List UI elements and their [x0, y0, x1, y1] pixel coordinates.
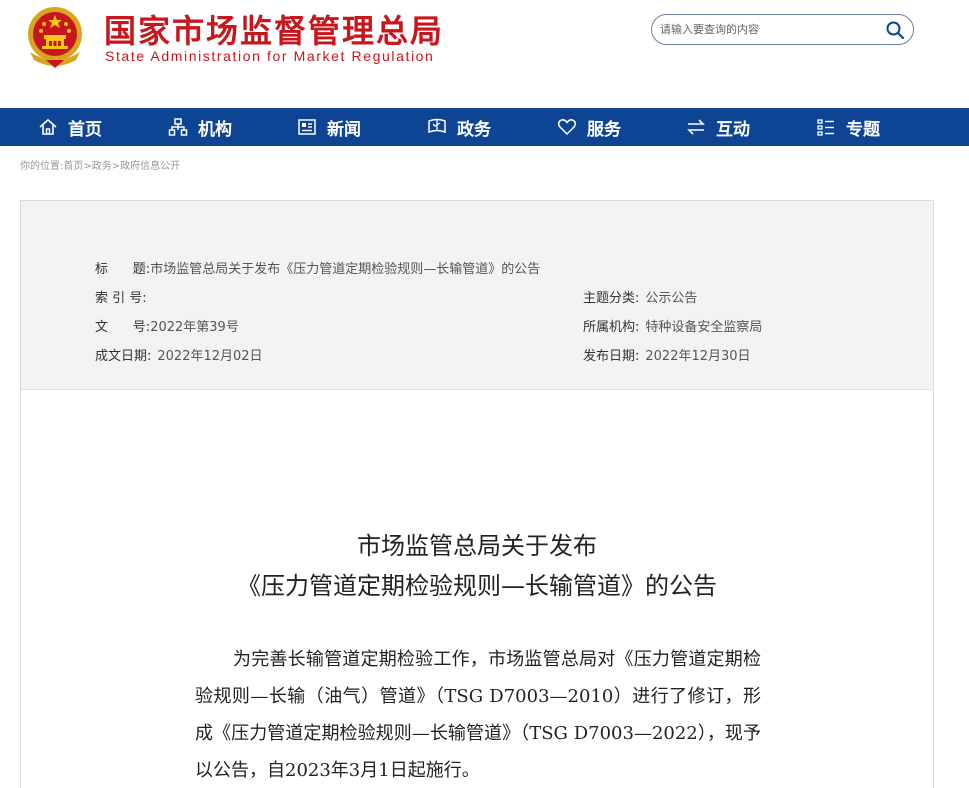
document-title-line2: 《压力管道定期检验规则—长输管道》的公告 [237, 572, 717, 600]
meta-key: 主题分类: [583, 291, 640, 306]
nav-item-news[interactable]: 新闻 [297, 108, 361, 146]
nav-label: 新闻 [327, 119, 361, 140]
meta-key: 成文日期: [95, 349, 152, 364]
document-meta: 标 题:市场监管总局关于发布《压力管道定期检验规则—长输管道》的公告 索 引 号… [21, 201, 933, 390]
document-body: 为完善长输管道定期检验工作，市场监管总局对《压力管道定期检验规则—长输（油气）管… [195, 649, 761, 781]
breadcrumb-prefix: 你的位置: [20, 161, 64, 172]
exchange-icon [687, 119, 705, 135]
breadcrumb-sep: > [111, 161, 121, 172]
breadcrumb-item-affairs[interactable]: 政务 [92, 161, 112, 172]
meta-value: 市场监管总局关于发布《压力管道定期检验规则—长输管道》的公告 [150, 262, 541, 277]
document-title-line1: 市场监管总局关于发布 [357, 532, 597, 560]
nav-item-topic[interactable]: 专题 [816, 108, 880, 146]
meta-published: 发布日期: 2022年12月30日 [583, 345, 751, 364]
meta-key: 所属机构: [583, 320, 640, 335]
nav-label: 政务 [457, 119, 491, 140]
affairs-icon [428, 118, 446, 134]
meta-docno: 文 号:2022年第39号 [95, 316, 239, 335]
meta-key: 标 题: [95, 262, 151, 277]
meta-value: 特种设备安全监察局 [645, 320, 763, 335]
news-icon [298, 119, 316, 135]
heart-icon [557, 119, 577, 136]
meta-value: 2022年12月30日 [645, 349, 751, 364]
site-header: 国家市场监督管理总局 State Administration for Mark… [0, 0, 969, 108]
breadcrumb: 你的位置:首页>政务>政府信息公开 [20, 157, 180, 172]
nav-label: 首页 [68, 119, 102, 140]
national-emblem-icon[interactable] [22, 4, 88, 70]
meta-index: 索 引 号: [95, 287, 147, 306]
nav-label: 服务 [587, 119, 621, 140]
nav-item-service[interactable]: 服务 [557, 108, 621, 146]
meta-category: 主题分类: 公示公告 [583, 287, 697, 306]
breadcrumb-item-home[interactable]: 首页 [63, 161, 83, 172]
meta-value: 公示公告 [645, 291, 698, 306]
meta-value: 2022年12月02日 [157, 349, 263, 364]
breadcrumb-item-public-info[interactable]: 政府信息公开 [120, 161, 180, 172]
nav-item-home[interactable]: 首页 [38, 108, 102, 146]
nav-label: 互动 [716, 119, 750, 140]
meta-org: 所属机构: 特种设备安全监察局 [583, 316, 762, 335]
main-nav: 首页 机构 新闻 政务 服务 互动 专题 [0, 108, 969, 146]
org-icon [168, 118, 188, 136]
meta-key: 索 引 号: [95, 291, 147, 306]
nav-item-affairs[interactable]: 政务 [427, 108, 491, 146]
home-icon [39, 118, 57, 135]
site-title-cn[interactable]: 国家市场监督管理总局 [104, 6, 444, 52]
nav-label: 机构 [198, 119, 232, 140]
nav-item-interact[interactable]: 互动 [686, 108, 750, 146]
document-title: 市场监管总局关于发布 《压力管道定期检验规则—长输管道》的公告 [21, 526, 933, 606]
breadcrumb-sep: > [83, 161, 92, 172]
meta-title: 标 题:市场监管总局关于发布《压力管道定期检验规则—长输管道》的公告 [95, 258, 540, 277]
topic-icon [817, 119, 834, 136]
search-input[interactable] [660, 19, 875, 40]
nav-item-org[interactable]: 机构 [168, 108, 232, 146]
article-container: 标 题:市场监管总局关于发布《压力管道定期检验规则—长输管道》的公告 索 引 号… [20, 200, 934, 788]
meta-key: 文 号: [95, 320, 151, 335]
search-icon[interactable] [885, 20, 905, 40]
nav-label: 专题 [846, 119, 880, 140]
meta-key: 发布日期: [583, 349, 640, 364]
meta-value: 2022年第39号 [150, 320, 239, 335]
meta-created: 成文日期: 2022年12月02日 [95, 345, 263, 364]
site-title-en: State Administration for Market Regulati… [105, 48, 435, 64]
search-box [651, 14, 914, 45]
